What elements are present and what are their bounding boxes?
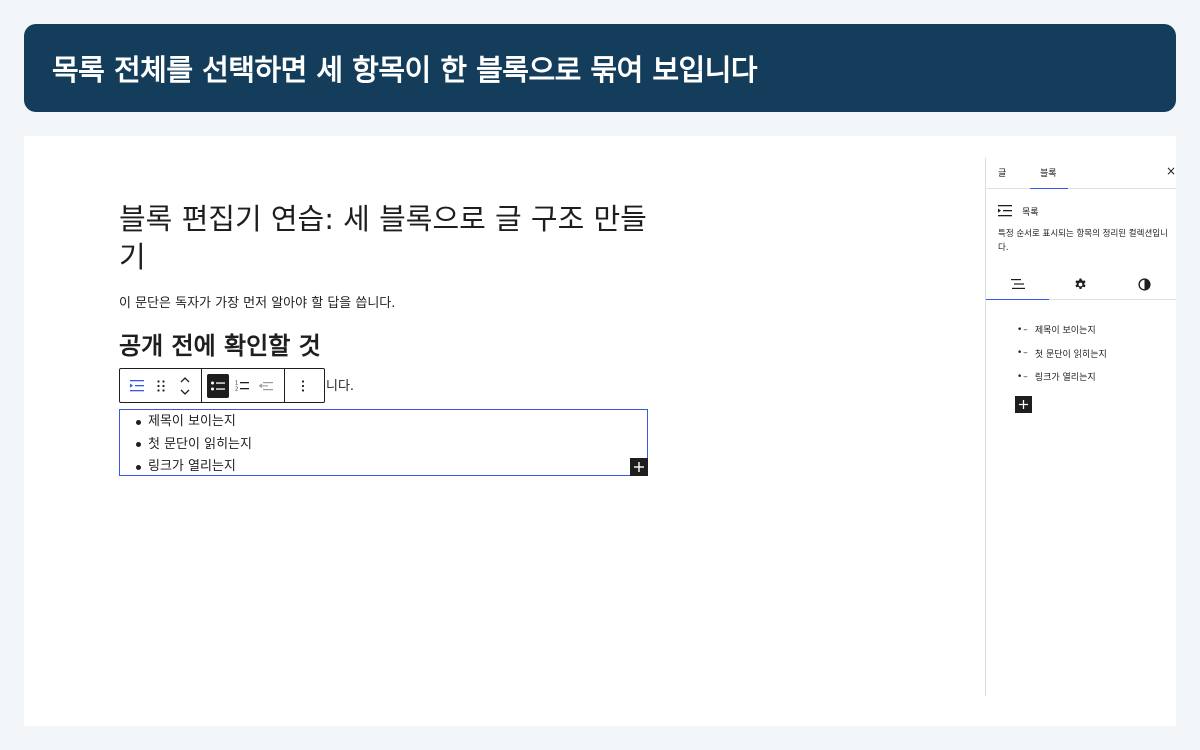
list-item-marker-icon: •– (1017, 324, 1029, 335)
sidebar-list-item[interactable]: •– 링크가 열리는지 (1017, 365, 1176, 389)
sidebar-list-item[interactable]: •– 첫 문단이 읽히는지 (1017, 342, 1176, 366)
toolbar-group-block (120, 369, 201, 402)
post-title[interactable]: 블록 편집기 연습: 세 블록으로 글 구조 만들기 (119, 200, 649, 276)
list: 제목이 보이는지 첫 문단이 읽히는지 링크가 열리는지 (120, 410, 647, 479)
sidebar-list-item-label: 링크가 열리는지 (1034, 373, 1096, 384)
list-block-selected[interactable]: 제목이 보이는지 첫 문단이 읽히는지 링크가 열리는지 (119, 409, 648, 476)
block-card-header: 목록 (998, 202, 1166, 221)
toolbar-group-list: 12 (201, 369, 284, 402)
list-block-type-icon (998, 202, 1012, 221)
plus-icon (1019, 399, 1028, 409)
list-item-text: 첫 문단이 읽히는지 (148, 436, 252, 452)
close-icon[interactable]: × (1166, 164, 1176, 178)
outdent-icon[interactable] (255, 374, 277, 398)
settings-sidebar: 글 블록 × 목록 특정 순서로 표시되는 항목의 정리된 컬렉션입니다. •–… (985, 158, 1176, 696)
list-view-icon[interactable] (986, 268, 1050, 300)
block-inserter-button[interactable] (630, 458, 648, 476)
sidebar-list-view: •– 제목이 보이는지 •– 첫 문단이 읽히는지 •– 링크가 열리는지 (986, 300, 1176, 389)
banner-title: 목록 전체를 선택하면 세 항목이 한 블록으로 묶여 보입니다 (52, 53, 758, 87)
sidebar-list-item[interactable]: •– 제목이 보이는지 (1017, 318, 1176, 342)
toolbar-group-options (284, 369, 321, 402)
drag-handle-icon[interactable] (150, 374, 172, 398)
editor-canvas: 블록 편집기 연습: 세 블록으로 글 구조 만들기 이 문단은 독자가 가장 … (24, 136, 984, 726)
list-item[interactable]: 제목이 보이는지 (136, 411, 647, 434)
list-block-type-icon[interactable] (126, 374, 148, 398)
block-card: 목록 특정 순서로 표시되는 항목의 정리된 컬렉션입니다. (986, 189, 1176, 268)
svg-text:2: 2 (235, 387, 238, 392)
sidebar-list-item-label: 첫 문단이 읽히는지 (1034, 349, 1107, 360)
tab-post[interactable]: 글 (998, 158, 1018, 189)
ordered-list-icon[interactable]: 12 (231, 374, 253, 398)
sidebar-list-item-label: 제목이 보이는지 (1034, 326, 1096, 337)
add-list-item-button[interactable] (1015, 395, 1032, 413)
list-item[interactable]: 첫 문단이 읽히는지 (136, 434, 647, 457)
move-up-down-icon[interactable] (174, 374, 196, 398)
header-banner: 목록 전체를 선택하면 세 항목이 한 블록으로 묶여 보입니다 (24, 24, 1176, 112)
list-item-marker-icon: •– (1017, 371, 1029, 382)
settings-gear-icon[interactable] (1049, 268, 1112, 300)
editor-window: 블록 편집기 연습: 세 블록으로 글 구조 만들기 이 문단은 독자가 가장 … (24, 136, 1176, 726)
block-toolbar: 12 (119, 368, 325, 403)
list-item-text: 링크가 열리는지 (148, 459, 236, 474)
block-name: 목록 (1022, 208, 1039, 218)
block-description: 특정 순서로 표시되는 항목의 정리된 컬렉션입니다. (998, 229, 1168, 253)
heading-block[interactable]: 공개 전에 확인할 것 (119, 326, 321, 361)
paragraph-block-2[interactable]: 니다. (326, 375, 354, 394)
sidebar-tabs: 글 블록 × (986, 158, 1176, 189)
options-icon[interactable] (292, 374, 314, 398)
styles-contrast-icon[interactable] (1113, 268, 1176, 300)
unordered-list-icon[interactable] (207, 373, 229, 398)
bullet-icon (136, 464, 141, 470)
list-item-text: 제목이 보이는지 (148, 414, 236, 429)
bullet-icon (136, 419, 141, 425)
plus-icon (634, 462, 644, 472)
sidebar-icon-tabs (986, 268, 1176, 300)
tab-block[interactable]: 블록 (1030, 158, 1068, 189)
list-item-marker-icon: •– (1017, 348, 1029, 359)
list-item[interactable]: 링크가 열리는지 (136, 456, 647, 479)
bullet-icon (136, 442, 141, 448)
paragraph-block-1[interactable]: 이 문단은 독자가 가장 먼저 알아야 할 답을 씁니다. (119, 292, 395, 311)
